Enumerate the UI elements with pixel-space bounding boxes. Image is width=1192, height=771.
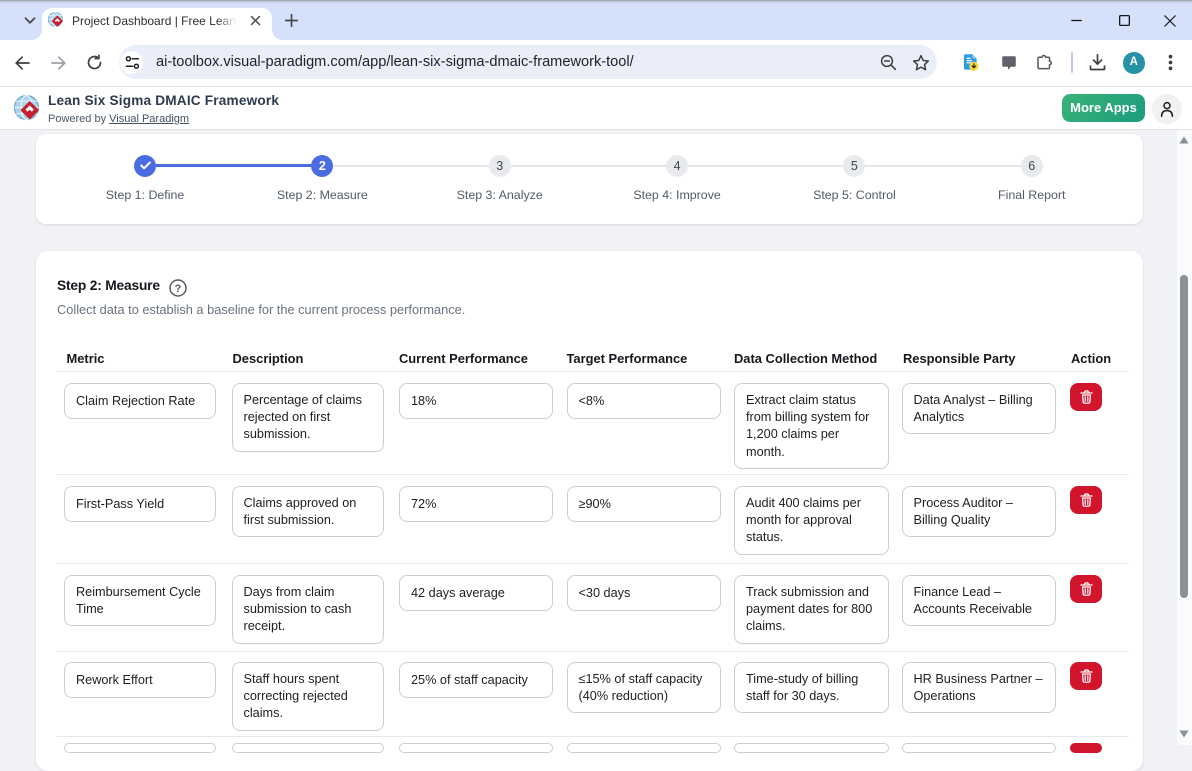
svg-text:?: ? <box>174 283 181 295</box>
